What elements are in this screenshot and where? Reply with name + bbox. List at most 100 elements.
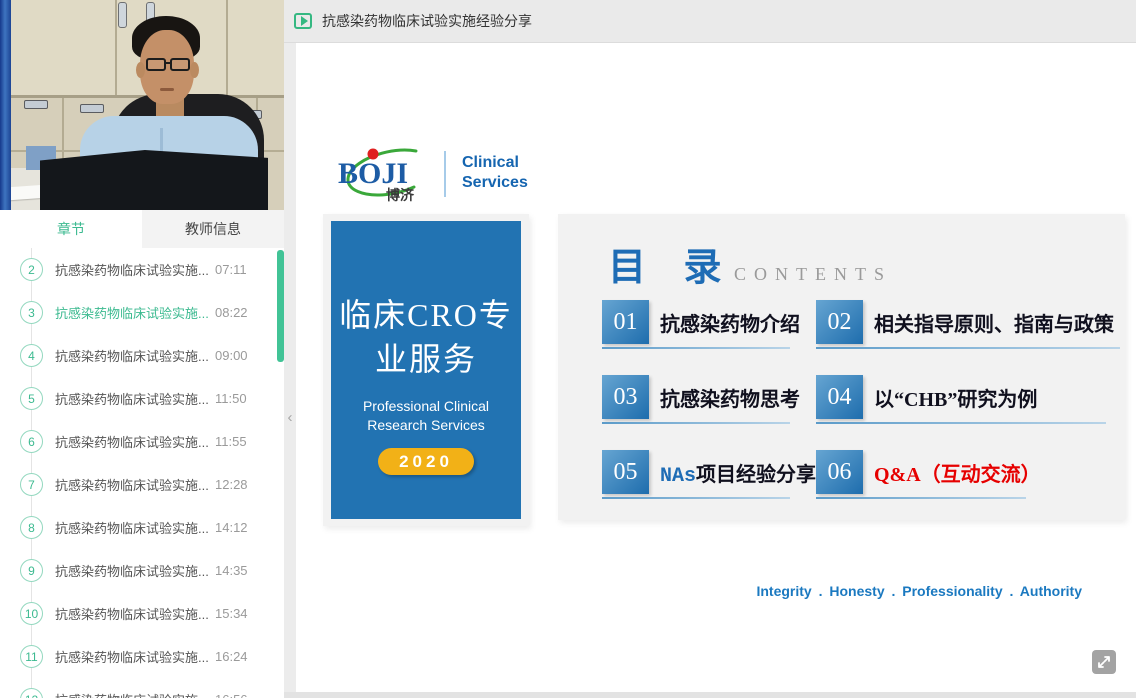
tab-teacher-info[interactable]: 教师信息 [142, 210, 284, 248]
chapter-duration: 15:34 [215, 606, 248, 621]
sidebar-tabs: 章节 教师信息 [0, 210, 284, 248]
slide-book-cover: 临床CRO专 业服务 Professional Clinical Researc… [331, 221, 521, 519]
toc-label: 以“CHB”研究为例 [874, 383, 1037, 412]
chapter-duration: 07:11 [215, 262, 247, 277]
glasses [170, 58, 190, 71]
chapter-number-badge: 12 [20, 688, 43, 698]
svg-text:BOJI: BOJI [338, 157, 408, 190]
toc-underline [816, 422, 1106, 424]
chapter-title: 抗感染药物临床试验实施... [55, 690, 213, 698]
chapter-duration: 12:28 [215, 477, 248, 492]
cabinet-handle [118, 2, 127, 28]
chapter-title: 抗感染药物临床试验实施... [55, 561, 213, 580]
toc-number-box: 03 [602, 375, 649, 419]
instructor-video[interactable] [0, 0, 284, 210]
sidebar: 章节 教师信息 2 抗感染药物临床试验实施... 07:11 3 抗感染药物临床… [0, 0, 284, 698]
chapter-duration: 14:35 [215, 563, 248, 578]
chapter-duration: 11:50 [215, 391, 247, 406]
chapter-number-badge: 7 [20, 473, 43, 496]
toc-label: 相关指导原则、指南与政策 [874, 308, 1114, 337]
chapter-scrollbar-thumb[interactable] [277, 250, 284, 362]
chapter-item[interactable]: 3 抗感染药物临床试验实施... 08:22 [0, 291, 284, 334]
chapter-item[interactable]: 9 抗感染药物临床试验实施... 14:35 [0, 549, 284, 592]
chapter-duration: 16:24 [215, 649, 248, 664]
boji-logo: BOJI 博济 Clinical Services [330, 143, 600, 205]
chapter-item[interactable]: 2 抗感染药物临床试验实施... 07:11 [0, 248, 284, 291]
toc-number-box: 01 [602, 300, 649, 344]
chapter-title: 抗感染药物临床试验实施... [55, 389, 213, 408]
cabinet-handle [80, 104, 104, 113]
toc-label: 抗感染药物介绍 [660, 308, 800, 337]
chapter-item[interactable]: 6 抗感染药物临床试验实施... 11:55 [0, 420, 284, 463]
toc-item: 02 相关指导原则、指南与政策 [816, 300, 1096, 350]
toc-item: 04 以“CHB”研究为例 [816, 375, 1096, 425]
chapter-number-badge: 4 [20, 344, 43, 367]
tab-chapters[interactable]: 章节 [0, 210, 142, 248]
expand-arrows-icon [1097, 655, 1111, 669]
boji-logo-mark: BOJI 博济 [330, 143, 442, 205]
chapter-title: 抗感染药物临床试验实施... [55, 432, 213, 451]
chapter-number-badge: 2 [20, 258, 43, 281]
chapter-item[interactable]: 12 抗感染药物临床试验实施... 16:56 [0, 678, 284, 698]
boji-cn-text: 博济 [386, 187, 415, 203]
cabinet-seam [226, 0, 228, 96]
chapter-title: 抗感染药物临床试验实施... [55, 604, 213, 623]
slide-motto: Integrity . Honesty . Professionality . … [558, 583, 1082, 599]
chapter-item[interactable]: 7 抗感染药物临床试验实施... 12:28 [0, 463, 284, 506]
chapter-number-badge: 11 [20, 645, 43, 668]
toc-number-box: 05 [602, 450, 649, 494]
year-badge: 2020 [378, 448, 474, 475]
chapter-duration: 16:56 [215, 692, 248, 698]
collapse-sidebar-icon[interactable]: ‹ [284, 409, 296, 427]
toc-label: Q&A（互动交流） [874, 458, 1041, 487]
toc-number-box: 06 [816, 450, 863, 494]
toc-underline [816, 497, 1026, 499]
toc-underline [602, 422, 790, 424]
toc-item: 06 Q&A（互动交流） [816, 450, 1096, 500]
chapter-item[interactable]: 8 抗感染药物临床试验实施... 14:12 [0, 506, 284, 549]
chapter-duration: 11:55 [215, 434, 247, 449]
chapter-title: 抗感染药物临床试验实施... [55, 346, 213, 365]
chapter-duration: 08:22 [215, 305, 248, 320]
chapter-item[interactable]: 11 抗感染药物临床试验实施... 16:24 [0, 635, 284, 678]
instructor-mouth [160, 88, 174, 91]
toc-underline [816, 347, 1120, 349]
chapter-number-badge: 5 [20, 387, 43, 410]
chapter-item[interactable]: 5 抗感染药物临床试验实施... 11:50 [0, 377, 284, 420]
chapter-number-badge: 8 [20, 516, 43, 539]
glasses-bridge [164, 62, 172, 64]
book-title: 临床CRO专 业服务 [331, 293, 521, 381]
chapter-number-badge: 9 [20, 559, 43, 582]
chapter-title: 抗感染药物临床试验实施... [55, 647, 213, 666]
toc-number-box: 02 [816, 300, 863, 344]
chapter-title: 抗感染药物临床试验实施... [55, 518, 213, 537]
topbar: 抗感染药物临床试验实施经验分享 [284, 0, 1136, 43]
chapter-item[interactable]: 4 抗感染药物临床试验实施... 09:00 [0, 334, 284, 377]
instructor-ear [190, 62, 199, 78]
chapter-duration: 09:00 [215, 348, 248, 363]
toc-underline [602, 347, 790, 349]
glasses [146, 58, 166, 71]
book-subtitle: Professional Clinical Research Services [331, 397, 521, 435]
chapter-title: 抗感染药物临床试验实施... [55, 260, 213, 279]
chapter-number-badge: 6 [20, 430, 43, 453]
toc-number-box: 04 [816, 375, 863, 419]
course-title: 抗感染药物临床试验实施经验分享 [322, 11, 532, 31]
logo-tagline: Clinical Services [462, 153, 528, 193]
fullscreen-button[interactable] [1092, 650, 1116, 674]
toc-underline [602, 497, 790, 499]
toc-heading: 目 录 CONTENTS [608, 236, 892, 291]
chapter-list: 2 抗感染药物临床试验实施... 07:11 3 抗感染药物临床试验实施... … [0, 248, 284, 698]
cabinet-seam [115, 0, 117, 96]
wall-edge [0, 0, 11, 210]
toc-heading-cn: 目 录 [608, 247, 736, 289]
sidebar-gutter: ‹ [284, 43, 296, 692]
chapter-number-badge: 3 [20, 301, 43, 324]
chapter-number-badge: 10 [20, 602, 43, 625]
chapter-title: 抗感染药物临床试验实施... [55, 303, 213, 322]
toc-label: NAs项目经验分享 [660, 458, 816, 488]
chapter-item[interactable]: 10 抗感染药物临床试验实施... 15:34 [0, 592, 284, 635]
chapter-title: 抗感染药物临床试验实施... [55, 475, 213, 494]
logo-divider [444, 151, 446, 197]
toc-heading-en: CONTENTS [734, 264, 892, 284]
